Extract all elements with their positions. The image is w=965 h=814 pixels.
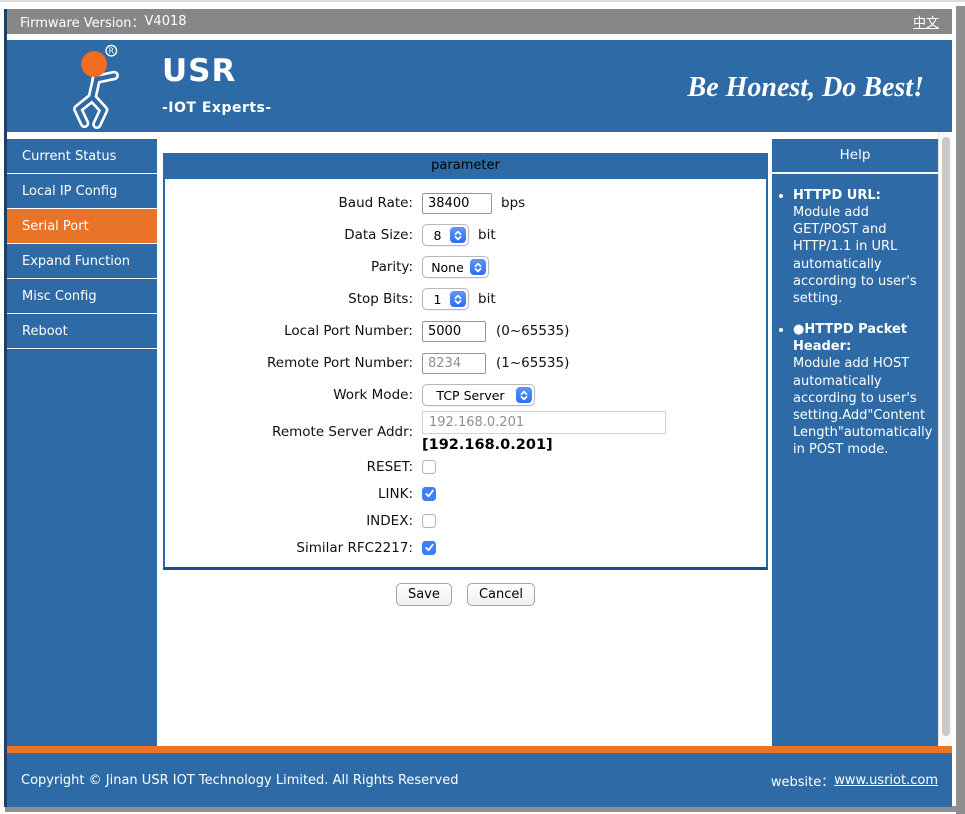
data-size-select[interactable]: 8 bbox=[422, 224, 469, 246]
rfc2217-row: Similar RFC2217: bbox=[165, 534, 766, 561]
main-area: Current Status Local IP Config Serial Po… bbox=[7, 132, 952, 746]
window-surround-right bbox=[956, 6, 965, 814]
language-switch-link[interactable]: 中文 bbox=[913, 12, 939, 31]
baud-rate-unit: bps bbox=[501, 195, 526, 211]
index-row: INDEX: bbox=[165, 507, 766, 534]
footer-accent-bar bbox=[7, 746, 952, 753]
local-port-row: Local Port Number: (0~65535) bbox=[165, 315, 766, 347]
stop-bits-value: 1 bbox=[433, 291, 442, 307]
page-scrollbar[interactable] bbox=[938, 132, 952, 746]
registered-mark: R bbox=[109, 46, 115, 55]
brand-subtitle: -IOT Experts- bbox=[162, 100, 272, 116]
save-button[interactable]: Save bbox=[395, 583, 452, 606]
baud-rate-label: Baud Rate: bbox=[338, 195, 413, 211]
scrollbar-thumb[interactable] bbox=[942, 137, 950, 736]
remote-port-row: Remote Port Number: (1~65535) bbox=[165, 347, 766, 379]
stop-bits-label: Stop Bits: bbox=[348, 291, 413, 307]
remote-port-input[interactable] bbox=[422, 352, 486, 374]
rfc2217-label: Similar RFC2217: bbox=[296, 539, 413, 556]
firmware-version-value: V4018 bbox=[144, 14, 187, 29]
link-row: LINK: bbox=[165, 480, 766, 507]
select-spinner-icon bbox=[450, 227, 466, 243]
brand-slogan: Be Honest, Do Best! bbox=[687, 72, 924, 103]
help-item-heading: ●HTTPD Packet Header: bbox=[793, 322, 908, 355]
data-size-unit: bit bbox=[478, 227, 496, 243]
select-spinner-icon bbox=[516, 387, 532, 403]
brand-name: USR bbox=[162, 53, 237, 89]
firmware-version-label: Firmware Version： bbox=[20, 16, 145, 31]
page: Firmware Version： V4018 中文 R USR -IOT Ex… bbox=[7, 9, 952, 807]
help-item: ●HTTPD Packet Header: Module add HOST au… bbox=[793, 321, 934, 458]
work-mode-label: Work Mode: bbox=[333, 387, 413, 403]
data-size-label: Data Size: bbox=[344, 227, 413, 243]
help-item: HTTPD URL: Module add GET/POST and HTTP/… bbox=[793, 187, 934, 307]
baud-rate-row: Baud Rate: bps bbox=[165, 187, 766, 219]
data-size-value: 8 bbox=[433, 227, 442, 243]
reset-label: RESET: bbox=[366, 458, 413, 475]
cancel-button[interactable]: Cancel bbox=[466, 583, 536, 606]
local-port-label: Local Port Number: bbox=[284, 323, 413, 339]
brand-header: R USR -IOT Experts- Be Honest, Do Best! bbox=[7, 40, 952, 132]
help-list: HTTPD URL: Module add GET/POST and HTTP/… bbox=[778, 187, 934, 458]
index-label: INDEX: bbox=[366, 512, 413, 529]
help-item-text: Module add HOST automatically according … bbox=[793, 356, 933, 458]
sidebar-item-local-ip-config[interactable]: Local IP Config bbox=[7, 174, 157, 208]
remote-server-fields: [192.168.0.201] bbox=[422, 411, 666, 453]
work-mode-value: TCP Server bbox=[436, 387, 505, 403]
website-link[interactable]: www.usriot.com bbox=[834, 773, 938, 788]
sidebar-filler bbox=[7, 349, 157, 746]
stop-bits-select[interactable]: 1 bbox=[422, 288, 469, 310]
sidebar-item-serial-port[interactable]: Serial Port bbox=[7, 209, 157, 243]
help-item-text: Module add GET/POST and HTTP/1.1 in URL … bbox=[793, 205, 917, 306]
website-label: website： bbox=[770, 774, 835, 790]
form-title-bar: parameter bbox=[163, 153, 768, 179]
sidebar-item-current-status[interactable]: Current Status bbox=[7, 139, 157, 173]
remote-port-range-hint: (1~65535) bbox=[496, 355, 570, 371]
form-actions: Save Cancel bbox=[163, 583, 768, 606]
remote-server-resolved: [192.168.0.201] bbox=[422, 437, 553, 453]
help-title: Help bbox=[772, 139, 938, 172]
brand-block: USR -IOT Experts- bbox=[162, 53, 272, 116]
select-spinner-icon bbox=[450, 291, 466, 307]
baud-rate-input[interactable] bbox=[422, 192, 492, 214]
index-checkbox[interactable] bbox=[422, 513, 436, 528]
parity-row: Parity: None bbox=[165, 251, 766, 283]
work-mode-select[interactable]: TCP Server bbox=[422, 384, 535, 406]
rfc2217-checkbox[interactable] bbox=[422, 540, 436, 555]
stop-bits-unit: bit bbox=[478, 291, 496, 307]
remote-port-label: Remote Port Number: bbox=[267, 355, 413, 371]
help-body: HTTPD URL: Module add GET/POST and HTTP/… bbox=[772, 174, 938, 746]
sidebar-item-reboot[interactable]: Reboot bbox=[7, 314, 157, 348]
help-panel: Help HTTPD URL: Module add GET/POST and … bbox=[772, 132, 938, 746]
remote-server-row: Remote Server Addr: [192.168.0.201] bbox=[165, 411, 766, 453]
copyright-text: Copyright © Jinan USR IOT Technology Lim… bbox=[21, 772, 459, 788]
parity-select[interactable]: None bbox=[422, 256, 489, 278]
work-mode-row: Work Mode: TCP Server bbox=[165, 379, 766, 411]
stop-bits-row: Stop Bits: 1 bit bbox=[165, 283, 766, 315]
sidebar-item-misc-config[interactable]: Misc Config bbox=[7, 279, 157, 313]
data-size-row: Data Size: 8 bit bbox=[165, 219, 766, 251]
link-label: LINK: bbox=[377, 485, 413, 502]
help-item-heading: HTTPD URL: bbox=[793, 188, 881, 203]
firmware-topbar: Firmware Version： V4018 中文 bbox=[7, 9, 952, 34]
parity-value: None bbox=[431, 259, 464, 275]
sidebar-item-expand-function[interactable]: Expand Function bbox=[7, 244, 157, 278]
parameter-form: Baud Rate: bps Data Size: 8 bit Pari bbox=[163, 179, 768, 570]
select-spinner-icon bbox=[470, 259, 486, 275]
remote-server-input[interactable] bbox=[422, 411, 666, 434]
sidebar-nav: Current Status Local IP Config Serial Po… bbox=[7, 132, 157, 746]
reset-checkbox[interactable] bbox=[422, 459, 436, 474]
parity-label: Parity: bbox=[371, 259, 413, 275]
remote-server-label: Remote Server Addr: bbox=[272, 424, 413, 440]
usr-runner-logo-icon: R bbox=[73, 44, 119, 130]
check-icon bbox=[424, 543, 434, 552]
check-icon bbox=[424, 489, 434, 498]
content-panel: parameter Baud Rate: bps Data Size: 8 bbox=[157, 132, 772, 746]
link-checkbox[interactable] bbox=[422, 486, 436, 501]
reset-row: RESET: bbox=[165, 453, 766, 480]
footer: Copyright © Jinan USR IOT Technology Lim… bbox=[7, 753, 952, 807]
local-port-input[interactable] bbox=[422, 320, 486, 342]
local-port-range-hint: (0~65535) bbox=[496, 323, 570, 339]
